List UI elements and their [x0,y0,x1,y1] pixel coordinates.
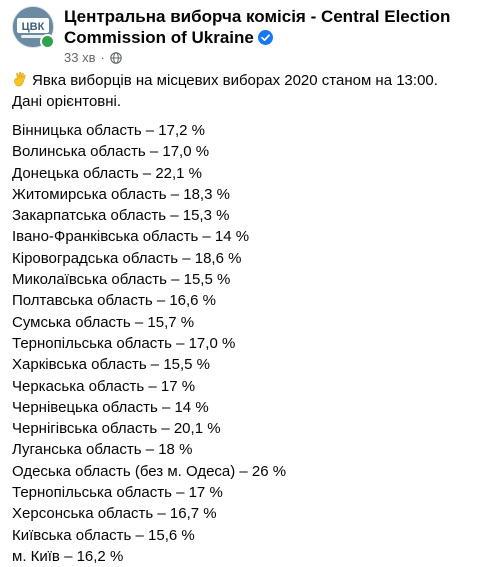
turnout-line: Кіровоградська область – 18,6 % [12,249,242,267]
turnout-line: Донецька область – 22,1 % [12,164,203,182]
turnout-line: Івано-Франківська область – 14 % [12,228,250,246]
verified-badge-icon [257,30,273,45]
turnout-line: Волинська область – 17,0 % [12,143,210,161]
turnout-line: Херсонська область – 16,7 % [12,505,217,523]
turnout-list: Вінницька область – 17,2 % Волинська обла… [12,120,482,567]
intro-line-1: Явка виборців на місцевих виборах 2020 с… [32,72,438,89]
turnout-line: Миколаївська область – 15,5 % [12,271,231,289]
turnout-line: Закарпатська область – 15,3 % [12,207,230,225]
turnout-line: Полтавська область – 16,6 % [12,292,217,310]
page-avatar[interactable]: ЦВК [12,6,55,49]
turnout-line: Тернопільська область – 17,0 % [12,334,236,352]
turnout-line: Чернівецька область – 14 % [12,398,209,416]
turnout-line: Сумська область – 15,7 % [12,313,195,331]
turnout-line: Тернопільська область – 17 % [12,484,223,502]
post-text: Явка виборців на місцевих виборах 2020 с… [12,70,482,567]
turnout-line: Чернігівська область – 20,1 % [12,420,221,438]
post-intro: Явка виборців на місцевих виборах 2020 с… [12,70,482,112]
meta-separator: · [100,50,105,65]
post-timestamp[interactable]: 33 хв [64,50,95,66]
turnout-line: Житомирська область – 18,3 % [12,185,230,203]
turnout-line: Одеська область (без м. Одеса) – 26 % [12,462,287,480]
post-meta: 33 хв · [64,50,122,66]
post-header: ЦВК Центральна виборча комісія - Central… [12,6,482,65]
turnout-line: Харківська область – 15,5 % [12,356,211,374]
online-status-dot [40,34,55,49]
avatar-text: ЦВК [22,21,45,33]
turnout-line: Вінницька область – 17,2 % [12,122,206,139]
intro-line-2: Дані орієнтовні. [12,93,122,110]
turnout-line: Київська область – 15,6 % [12,526,195,544]
page-name-link[interactable]: Центральна виборча комісія - Central Ele… [64,6,474,48]
turnout-line: Луганська область – 18 % [12,441,193,459]
hand-emoji-icon [14,71,26,87]
turnout-line: Черкаська область – 17 % [12,377,196,395]
globe-icon[interactable] [110,52,122,64]
turnout-line: м. Київ – 16,2 % [12,547,124,565]
